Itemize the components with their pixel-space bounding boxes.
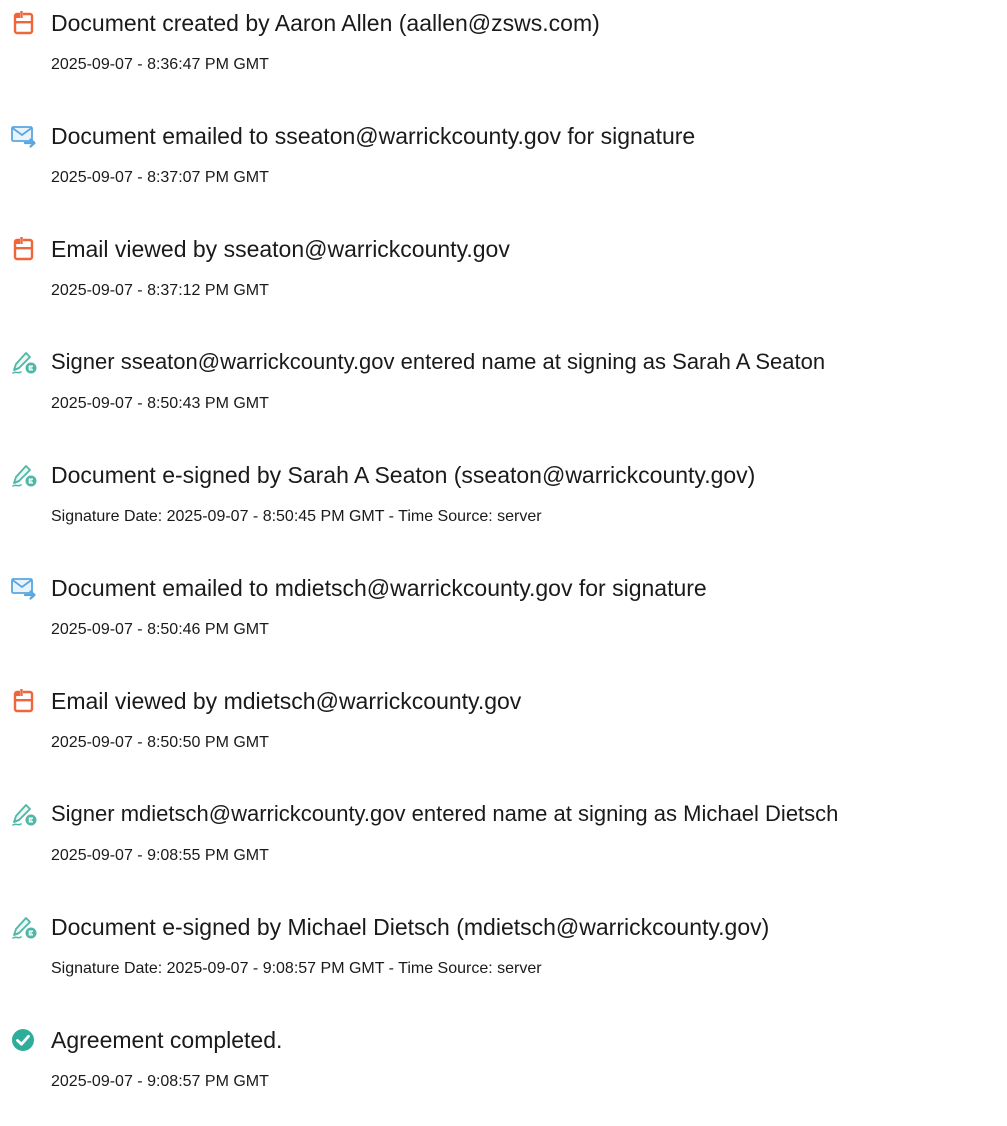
event-title: Document e-signed by Sarah A Seaton (sse… (51, 462, 756, 488)
event-title: Email viewed by sseaton@warrickcounty.go… (51, 236, 510, 262)
event-title: Document e-signed by Michael Dietsch (md… (51, 914, 770, 940)
event-title: Signer mdietsch@warrickcounty.gov entere… (51, 801, 839, 826)
history-event: Document emailed to sseaton@warrickcount… (0, 122, 1007, 222)
event-timestamp: 2025-09-07 - 8:36:47 PM GMT (51, 56, 269, 73)
history-event: Document e-signed by Michael Dietsch (md… (0, 913, 1007, 1013)
history-event: Document created by Aaron Allen (aallen@… (0, 9, 1007, 109)
check-circle-icon (10, 1026, 38, 1054)
history-event: Email viewed by mdietsch@warrickcounty.g… (0, 687, 1007, 787)
email-send-icon (10, 574, 38, 602)
signature-date: Signature Date: 2025-09-07 - 9:08:57 PM … (51, 960, 542, 977)
event-title: Document emailed to mdietsch@warrickcoun… (51, 575, 707, 601)
email-send-icon (10, 122, 38, 150)
esign-pen-icon (10, 913, 38, 941)
audit-history: Document created by Aaron Allen (aallen@… (0, 0, 1007, 1110)
event-timestamp: 2025-09-07 - 9:08:55 PM GMT (51, 847, 269, 864)
history-event: Document emailed to mdietsch@warrickcoun… (0, 574, 1007, 674)
esign-pen-icon (10, 348, 38, 376)
history-event: Signer sseaton@warrickcounty.gov entered… (0, 348, 1007, 448)
event-title: Signer sseaton@warrickcounty.gov entered… (51, 349, 826, 374)
history-event: Signer mdietsch@warrickcounty.gov entere… (0, 800, 1007, 900)
event-timestamp: 2025-09-07 - 9:08:57 PM GMT (51, 1073, 269, 1090)
event-timestamp: 2025-09-07 - 8:50:50 PM GMT (51, 734, 269, 751)
event-title: Document emailed to sseaton@warrickcount… (51, 123, 696, 149)
event-title: Email viewed by mdietsch@warrickcounty.g… (51, 688, 522, 714)
document-icon (10, 687, 38, 715)
event-timestamp: 2025-09-07 - 8:37:12 PM GMT (51, 282, 269, 299)
event-timestamp: 2025-09-07 - 8:50:43 PM GMT (51, 395, 269, 412)
document-icon (10, 235, 38, 263)
document-icon (10, 9, 38, 37)
history-event: Email viewed by sseaton@warrickcounty.go… (0, 235, 1007, 335)
history-event: Document e-signed by Sarah A Seaton (sse… (0, 461, 1007, 561)
event-timestamp: 2025-09-07 - 8:50:46 PM GMT (51, 621, 269, 638)
event-timestamp: 2025-09-07 - 8:37:07 PM GMT (51, 169, 269, 186)
signature-date: Signature Date: 2025-09-07 - 8:50:45 PM … (51, 508, 542, 525)
event-title: Agreement completed. (51, 1027, 283, 1053)
event-title: Document created by Aaron Allen (aallen@… (51, 10, 600, 36)
esign-pen-icon (10, 800, 38, 828)
history-event: Agreement completed. 2025-09-07 - 9:08:5… (0, 1026, 1007, 1126)
esign-pen-icon (10, 461, 38, 489)
